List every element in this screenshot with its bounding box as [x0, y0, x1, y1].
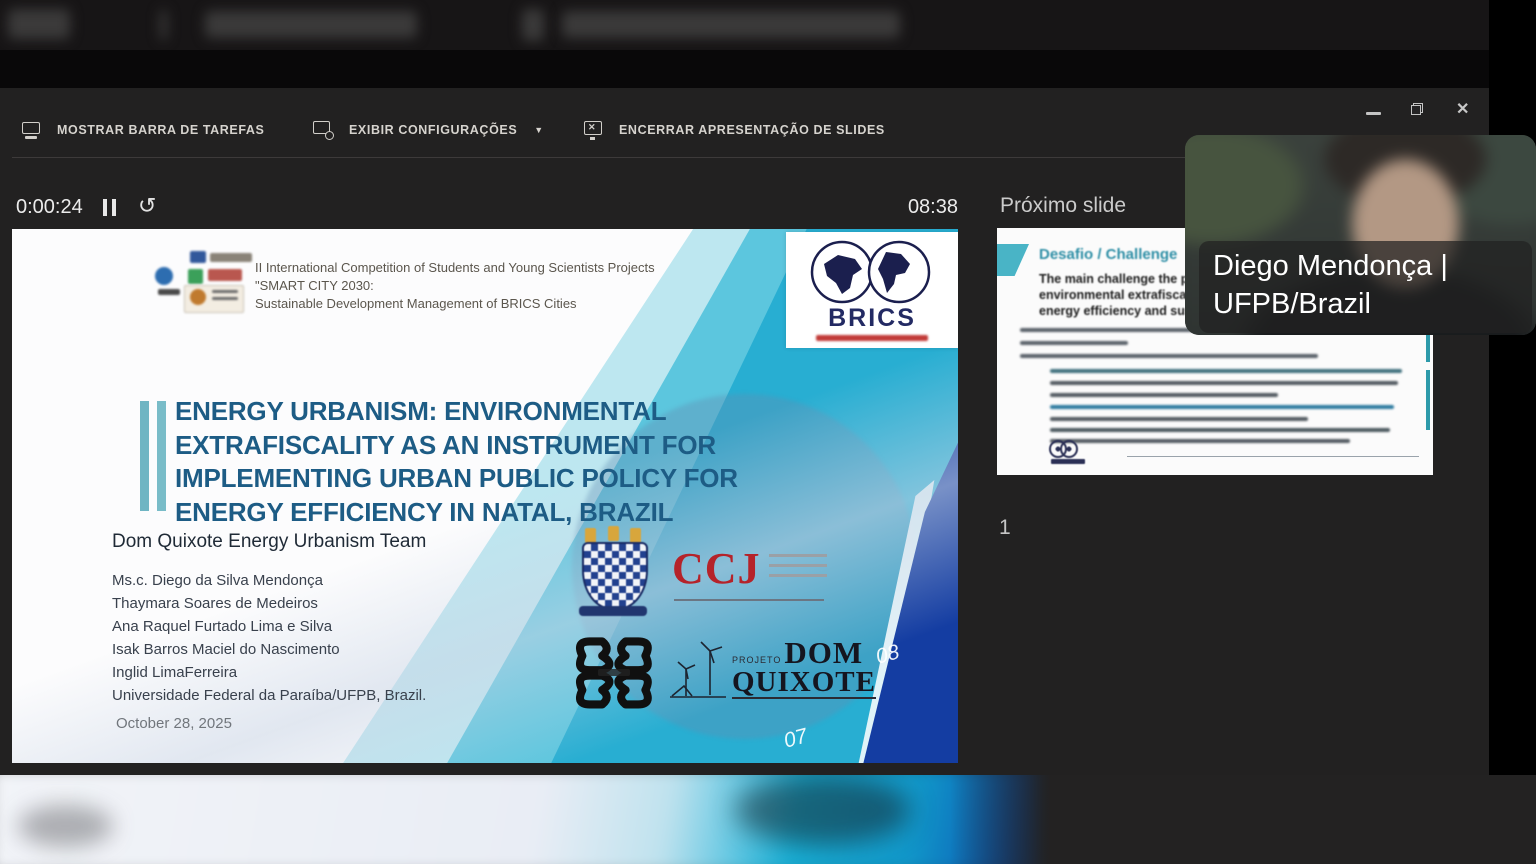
slide-date: October 28, 2025: [116, 715, 232, 732]
authors-list: Ms.c. Diego da Silva Mendonça Thaymara S…: [112, 569, 426, 707]
organizer-logo-icon: [210, 253, 252, 262]
thumb-teal-accent: [1426, 370, 1430, 430]
slide-page-indicator: 1: [999, 516, 1011, 540]
thumb-text-line: [1050, 369, 1402, 373]
organizer-logo-icon: [190, 289, 206, 305]
author: Inglid LimaFerreira: [112, 661, 426, 684]
thumb-brics-icon: [1049, 440, 1109, 470]
thumb-text-line: [1020, 354, 1318, 358]
end-x-glyph: ✕: [588, 122, 596, 133]
ccj-logo: CCJ: [672, 547, 827, 591]
screen-right-black-edge: [1489, 0, 1536, 864]
pause-timer-button[interactable]: [103, 199, 125, 217]
end-slideshow-label: ENCERRAR APRESENTAÇÃO DE SLIDES: [619, 123, 885, 137]
participant-name: Diego Mendonça |: [1213, 247, 1518, 285]
thumb-text-line: [1050, 381, 1398, 385]
wind-turbines-icon: [670, 639, 728, 699]
ufpb-crest-icon: [579, 526, 649, 618]
title-accent-bar: [140, 401, 149, 511]
dq-projeto-text: PROJETO: [732, 656, 781, 665]
taskbar-icon: [20, 119, 44, 141]
thumb-text-line: [1050, 405, 1394, 409]
thumb-heading: Desafio / Challenge: [1039, 246, 1177, 263]
thumb-footer-line: [1127, 456, 1419, 457]
brics-logo-text: BRICS: [828, 304, 916, 332]
participant-nameplate: Diego Mendonça | UFPB/Brazil: [1199, 241, 1532, 333]
organizer-logo-icon: [208, 269, 242, 281]
dq-dom-text: DOM: [784, 635, 863, 670]
display-settings-icon: [312, 119, 336, 141]
minimize-button[interactable]: [1366, 112, 1381, 115]
dq-quixote-text: QUIXOTE: [732, 668, 876, 699]
blurred-top-blob: [522, 9, 544, 41]
organizer-logo-icon: [158, 289, 180, 295]
blurred-top-blob: [8, 9, 70, 39]
competition-header-line1: II International Competition of Students…: [255, 259, 655, 277]
blurred-fade: [950, 775, 1070, 864]
display-settings-label: EXIBIR CONFIGURAÇÕES: [349, 123, 517, 137]
blurred-top-blob: [205, 11, 417, 38]
team-name: Dom Quixote Energy Urbanism Team: [112, 531, 426, 553]
slide-title: ENERGY URBANISM: ENVIRONMENTAL EXTRAFISC…: [175, 395, 738, 529]
blurred-top-blob: [562, 11, 900, 38]
title-accent-bar: [157, 401, 166, 511]
blurred-top-bar: [0, 0, 1536, 50]
slide-title-line: IMPLEMENTING URBAN PUBLIC POLICY FOR: [175, 462, 738, 496]
display-settings-button[interactable]: EXIBIR CONFIGURAÇÕES ▼: [312, 112, 543, 148]
show-taskbar-label: MOSTRAR BARRA DE TAREFAS: [57, 123, 264, 137]
brics-logo-subtext: [816, 335, 928, 341]
presenter-view-screen: MOSTRAR BARRA DE TAREFAS EXIBIR CONFIGUR…: [0, 0, 1536, 864]
blurred-smudge: [735, 775, 910, 845]
organizer-logo-icon: [212, 297, 238, 300]
thumb-text-line: [1050, 417, 1308, 421]
webcam-video-tile[interactable]: Diego Mendonça | UFPB/Brazil: [1185, 135, 1536, 335]
show-taskbar-button[interactable]: MOSTRAR BARRA DE TAREFAS: [20, 112, 264, 148]
brics-logo-card: BRICS: [786, 232, 958, 348]
ccj-logo-lines: [769, 547, 827, 584]
slide-title-line: EXTRAFISCALITY AS AN INSTRUMENT FOR: [175, 429, 738, 463]
chevron-down-icon: ▼: [534, 125, 543, 135]
restore-window-button[interactable]: [1411, 103, 1423, 115]
restart-timer-button[interactable]: ↺: [138, 193, 156, 219]
competition-header-line2: "SMART CITY 2030:: [255, 277, 655, 295]
university: Universidade Federal da Paraíba/UFPB, Br…: [112, 684, 426, 707]
author: Ms.c. Diego da Silva Mendonça: [112, 569, 426, 592]
end-slideshow-icon: ✕: [582, 119, 606, 141]
organizer-logo-icon: [188, 269, 203, 284]
current-slide[interactable]: 08 07 II International Competition of St…: [12, 229, 958, 763]
blurred-smudge: [18, 805, 113, 847]
ccj-logo-underline: [674, 599, 824, 601]
current-time: 08:38: [880, 196, 958, 219]
competition-header: II International Competition of Students…: [255, 259, 655, 313]
competition-header-line3: Sustainable Development Management of BR…: [255, 295, 655, 313]
slide-title-line: ENERGY EFFICIENCY IN NATAL, BRAZIL: [175, 496, 738, 530]
dom-quixote-logo: PROJETODOM QUIXOTE: [670, 637, 876, 699]
author: Thaymara Soares de Medeiros: [112, 592, 426, 615]
close-button[interactable]: ✕: [1456, 99, 1469, 119]
elapsed-timer: 0:00:24: [16, 196, 83, 219]
thumb-text-line: [1050, 428, 1390, 432]
author: Isak Barros Maciel do Nascimento: [112, 638, 426, 661]
end-slideshow-button[interactable]: ✕ ENCERRAR APRESENTAÇÃO DE SLIDES: [582, 112, 885, 148]
blurred-top-blob: [160, 10, 167, 40]
organizer-logo-icon: [155, 267, 173, 285]
next-slide-label: Próximo slide: [1000, 194, 1126, 218]
organizer-logo-icon: [190, 251, 206, 263]
thumb-accent-shape: [997, 244, 1029, 276]
blurred-bottom-strip: [0, 775, 1536, 864]
thumb-text-line: [1020, 341, 1128, 345]
participant-affiliation: UFPB/Brazil: [1213, 285, 1518, 323]
thumb-text-line: [1050, 393, 1278, 397]
slide-title-line: ENERGY URBANISM: ENVIRONMENTAL: [175, 395, 738, 429]
author: Ana Raquel Furtado Lima e Silva: [112, 615, 426, 638]
brics-globes-icon: BRICS: [786, 232, 958, 334]
gedifa-ornament-icon: [568, 627, 660, 719]
organizer-logo-icon: [212, 290, 238, 293]
dark-gap: [0, 50, 1536, 88]
ccj-logo-text: CCJ: [672, 547, 761, 591]
